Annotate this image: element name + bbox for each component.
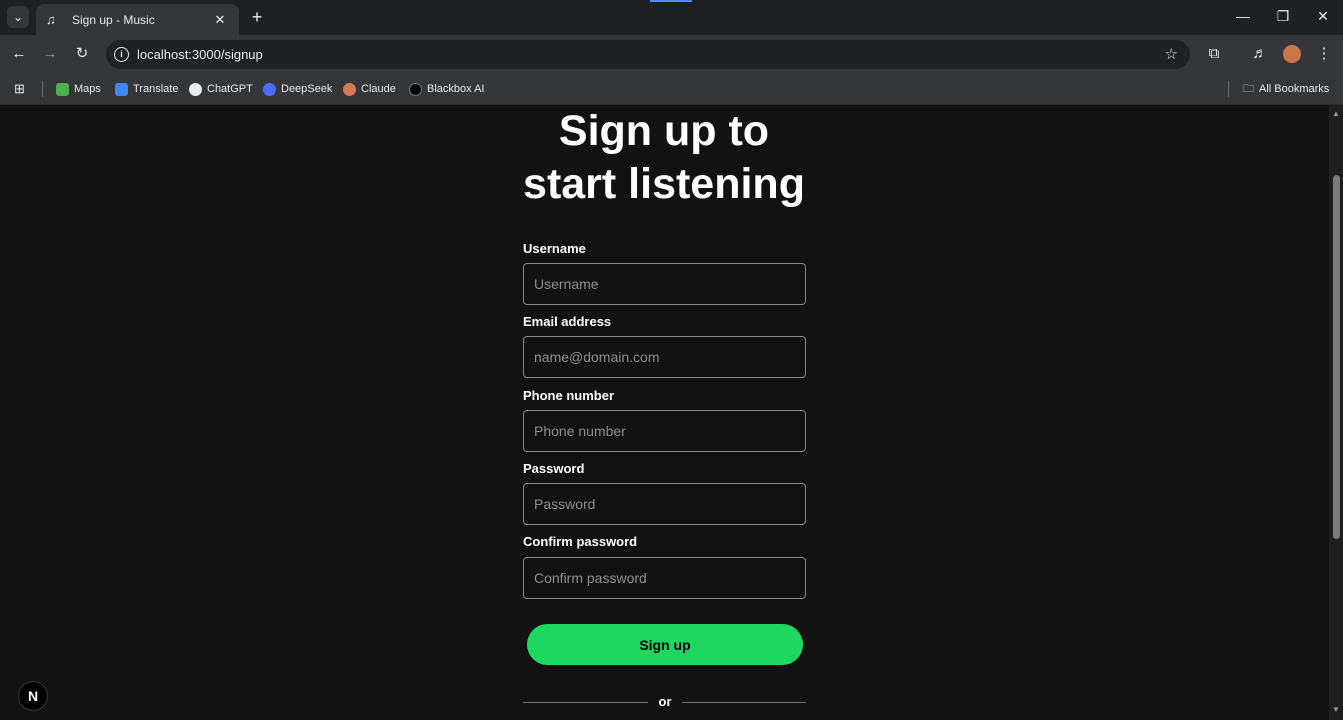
bookmarks-divider — [1228, 81, 1229, 97]
reload-icon[interactable]: ↻ — [72, 44, 92, 64]
bookmark-label: DeepSeek — [281, 83, 333, 95]
confirm-password-input[interactable] — [523, 557, 806, 599]
close-window-icon[interactable]: ✕ — [1313, 8, 1333, 25]
bookmark-label: Claude — [361, 83, 396, 95]
site-info-icon[interactable]: i — [114, 47, 129, 62]
bookmark-maps[interactable]: Maps — [56, 80, 101, 98]
scroll-up-arrow-icon[interactable]: ▲ — [1332, 109, 1340, 118]
media-controls-icon[interactable]: ♬ — [1250, 44, 1270, 64]
tab-active[interactable]: ♫ Sign up - Music ✕ — [36, 4, 239, 35]
tab-search-chevron-icon[interactable]: ⌄ — [7, 6, 29, 28]
extensions-puzzle-icon[interactable]: ⧉ — [1204, 44, 1224, 64]
bookmarks-divider — [42, 81, 43, 97]
translate-icon — [115, 82, 128, 96]
blackbox-icon — [409, 82, 422, 96]
tab-title: Sign up - Music — [72, 12, 155, 27]
username-input[interactable] — [523, 263, 806, 305]
bookmark-translate[interactable]: Translate — [115, 80, 178, 98]
bookmark-blackbox[interactable]: Blackbox AI — [409, 80, 484, 98]
new-tab-plus-icon[interactable]: + — [247, 7, 267, 27]
back-arrow-icon[interactable]: ← — [9, 44, 29, 64]
tab-drag-accent — [650, 0, 692, 2]
address-bar[interactable]: i localhost:3000/signup ☆ — [106, 40, 1190, 69]
password-input[interactable] — [523, 483, 806, 525]
bookmark-label: Blackbox AI — [427, 83, 485, 95]
browser-toolbar: ← → ↻ i localhost:3000/signup ☆ ⧉ ♬ ⋮ — [0, 35, 1343, 73]
confirm-password-label: Confirm password — [523, 534, 638, 549]
apps-grid-icon[interactable]: ⊞ — [14, 81, 25, 97]
divider-or: or — [658, 694, 672, 709]
minimize-icon[interactable]: — — [1233, 8, 1253, 24]
forward-arrow-icon[interactable]: → — [40, 44, 60, 64]
page-scrollbar[interactable]: ▲ ▼ — [1329, 105, 1343, 720]
heading-line-1: Sign up to — [558, 107, 770, 155]
profile-avatar[interactable] — [1283, 45, 1301, 63]
scroll-thumb[interactable] — [1333, 175, 1340, 539]
phone-label: Phone number — [523, 388, 615, 403]
bookmark-star-icon[interactable]: ☆ — [1165, 45, 1178, 63]
signup-button[interactable]: Sign up — [527, 624, 803, 665]
all-bookmarks[interactable]: 🗀 All Bookmarks — [1243, 80, 1329, 98]
username-label: Username — [523, 241, 586, 256]
bookmark-label: Translate — [133, 83, 179, 95]
restore-icon[interactable]: ❐ — [1273, 8, 1293, 25]
email-input[interactable] — [523, 336, 806, 378]
password-label: Password — [523, 461, 585, 476]
claude-icon — [343, 82, 356, 96]
music-note-icon: ♫ — [46, 12, 56, 27]
bookmark-chatgpt[interactable]: ChatGPT — [189, 80, 253, 98]
maps-icon — [56, 82, 69, 96]
heading-line-2: start listening — [523, 160, 805, 208]
deepseek-icon — [263, 82, 276, 96]
signup-page: Sign up to start listening Username Emai… — [0, 105, 1329, 720]
scroll-down-arrow-icon[interactable]: ▼ — [1332, 705, 1340, 714]
bookmark-deepseek[interactable]: DeepSeek — [263, 80, 332, 98]
phone-input[interactable] — [523, 410, 806, 452]
menu-dots-icon[interactable]: ⋮ — [1314, 44, 1334, 64]
bookmark-claude[interactable]: Claude — [343, 80, 396, 98]
divider-line-right — [682, 702, 806, 703]
email-label: Email address — [523, 314, 612, 329]
browser-window: ⌄ ♫ Sign up - Music ✕ + — ❐ ✕ ← → ↻ i lo… — [0, 0, 1343, 720]
tab-close-icon[interactable]: ✕ — [211, 12, 229, 28]
folder-icon: 🗀 — [1243, 82, 1254, 95]
all-bookmarks-label: All Bookmarks — [1259, 83, 1330, 95]
nextjs-dev-badge[interactable]: N — [18, 681, 48, 711]
tab-strip: ⌄ ♫ Sign up - Music ✕ + — ❐ ✕ — [0, 0, 1343, 35]
bookmark-label: ChatGPT — [207, 83, 253, 95]
bookmarks-bar: ⊞ Maps Translate ChatGPT DeepSeek Claude… — [0, 73, 1343, 105]
divider-line-left — [523, 702, 648, 703]
bookmark-label: Maps — [74, 83, 101, 95]
chatgpt-icon — [189, 82, 202, 96]
page-heading: Sign up to start listening — [464, 105, 864, 211]
url-text[interactable]: localhost:3000/signup — [137, 47, 263, 62]
